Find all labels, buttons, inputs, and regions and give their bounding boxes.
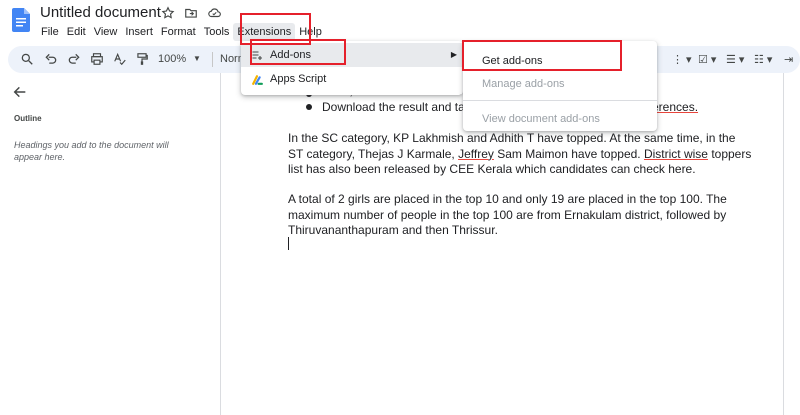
menu-edit[interactable]: Edit: [63, 23, 90, 41]
numbered-list-icon[interactable]: ☷ ▾: [754, 53, 772, 66]
menu-file[interactable]: File: [37, 23, 63, 41]
bullet-line-2-tail-text: erences.: [652, 100, 699, 114]
bulleted-list-icon[interactable]: ☰ ▾: [726, 53, 744, 66]
checklist-icon[interactable]: ☑ ▾: [698, 53, 716, 66]
cloud-status-icon[interactable]: [207, 6, 222, 20]
outline-label: Outline: [14, 114, 42, 123]
paragraph-1-line-1: In the SC category, KP Lakhmish and Adhi…: [288, 131, 736, 145]
paragraph-2-line-3: Thiruvananthapuram and then Thrissur.: [288, 223, 498, 237]
text-span: Sam Maimon have topped.: [493, 146, 644, 161]
view-document-addons-item: View document add-ons: [482, 113, 600, 125]
indent-icon[interactable]: ⇥: [784, 53, 793, 66]
zoom-select[interactable]: 100%: [158, 53, 186, 65]
docs-icon[interactable]: [12, 8, 30, 32]
paragraph-1-line-2: ST category, Thejas J Karmale, Jeffrey S…: [288, 147, 758, 163]
menu-bar: File Edit View Insert Format Tools Exten…: [37, 23, 326, 41]
zoom-dropdown-icon[interactable]: ▼: [193, 54, 201, 63]
submenu-arrow-icon: ▶: [450, 50, 457, 59]
back-arrow-icon[interactable]: [12, 84, 28, 100]
addons-icon: [252, 51, 262, 60]
menu-item-addons[interactable]: Add-ons ▶: [241, 43, 463, 67]
menu-format[interactable]: Format: [157, 23, 200, 41]
paragraph-2-line-1: A total of 2 girls are placed in the top…: [288, 192, 727, 206]
bullet-marker: [306, 104, 312, 110]
search-icon[interactable]: [20, 52, 34, 66]
bullet-line-2-tail: erences.: [652, 100, 712, 116]
menu-view[interactable]: View: [90, 23, 122, 41]
menu-item-apps-script[interactable]: Apps Script: [241, 67, 463, 91]
redo-icon[interactable]: [67, 52, 81, 66]
menu-tools[interactable]: Tools: [200, 23, 234, 41]
page-border-left: [220, 73, 221, 415]
undo-icon[interactable]: [44, 52, 58, 66]
menu-extensions[interactable]: Extensions: [233, 23, 296, 41]
outline-hint: Headings you add to the document will ap…: [14, 140, 169, 162]
text-cursor: [288, 237, 289, 250]
spellcheck-icon[interactable]: [113, 52, 127, 66]
apps-script-label: Apps Script: [270, 73, 327, 85]
page-border-right: [783, 73, 784, 415]
grammar-suggestion: District wise: [643, 146, 708, 161]
get-addons-item[interactable]: Get add-ons: [482, 55, 543, 67]
toolbar-divider: [212, 52, 213, 67]
addons-label: Add-ons: [270, 49, 311, 61]
menu-help[interactable]: Help: [295, 23, 326, 41]
menu-insert[interactable]: Insert: [121, 23, 157, 41]
print-icon[interactable]: [90, 52, 104, 66]
text-span: toppers: [707, 146, 752, 161]
text-span: ST category, Thejas J Karmale,: [288, 146, 459, 161]
paint-format-icon[interactable]: [135, 52, 149, 66]
document-title[interactable]: Untitled document: [40, 4, 161, 21]
extensions-menu: Add-ons ▶ Apps Script: [241, 41, 463, 95]
manage-addons-item: Manage add-ons: [482, 78, 565, 90]
paragraph-1-line-3: list has also been released by CEE Keral…: [288, 162, 696, 176]
paragraph-2-line-2: maximum number of people in the top 100 …: [288, 207, 727, 222]
move-folder-icon[interactable]: [184, 6, 198, 20]
addons-submenu: Get add-ons Manage add-ons View document…: [463, 41, 657, 131]
misspelled-word: Jeffrey: [458, 146, 494, 161]
apps-script-icon: [252, 75, 263, 85]
star-icon[interactable]: [161, 6, 175, 20]
menu-divider: [463, 100, 657, 101]
checklist-menu-icon[interactable]: ⋮ ▾: [672, 53, 692, 66]
